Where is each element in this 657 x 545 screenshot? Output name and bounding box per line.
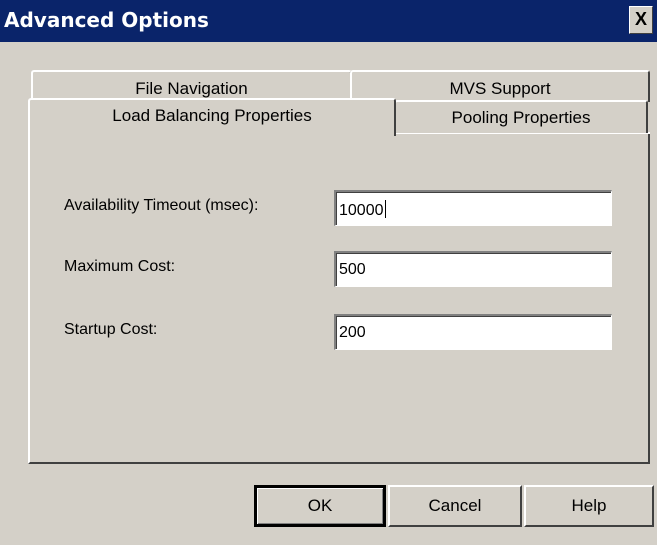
maximum-cost-input[interactable]: 500 bbox=[334, 251, 612, 287]
close-icon: X bbox=[634, 9, 647, 29]
maximum-cost-value: 500 bbox=[339, 261, 366, 278]
tab-load-balancing-properties-label: Load Balancing Properties bbox=[112, 106, 312, 125]
cancel-button[interactable]: Cancel bbox=[388, 485, 522, 527]
startup-cost-input[interactable]: 200 bbox=[334, 314, 612, 350]
maximum-cost-label: Maximum Cost: bbox=[64, 258, 176, 275]
tab-load-balancing-properties[interactable]: Load Balancing Properties bbox=[28, 98, 396, 136]
availability-timeout-value: 10000 bbox=[339, 202, 384, 219]
startup-cost-value: 200 bbox=[339, 324, 366, 341]
close-button[interactable]: X bbox=[629, 6, 653, 34]
advanced-options-dialog: Advanced Options X File Navigation MVS S… bbox=[0, 0, 657, 545]
startup-cost-label: Startup Cost: bbox=[64, 321, 158, 338]
tab-mvs-support[interactable]: MVS Support bbox=[350, 70, 650, 102]
help-button[interactable]: Help bbox=[524, 485, 654, 527]
tab-mvs-support-label: MVS Support bbox=[449, 79, 551, 98]
dialog-title: Advanced Options bbox=[4, 8, 209, 32]
load-balancing-panel bbox=[28, 132, 650, 464]
ok-button[interactable]: OK bbox=[254, 485, 386, 527]
availability-timeout-input[interactable]: 10000 bbox=[334, 190, 612, 226]
tab-pooling-properties[interactable]: Pooling Properties bbox=[394, 100, 648, 133]
tab-file-navigation-label: File Navigation bbox=[135, 79, 248, 98]
title-bar[interactable]: Advanced Options X bbox=[0, 0, 657, 42]
text-caret bbox=[384, 200, 386, 218]
availability-timeout-label: Availability Timeout (msec): bbox=[64, 197, 259, 214]
tab-pooling-properties-label: Pooling Properties bbox=[451, 108, 591, 127]
